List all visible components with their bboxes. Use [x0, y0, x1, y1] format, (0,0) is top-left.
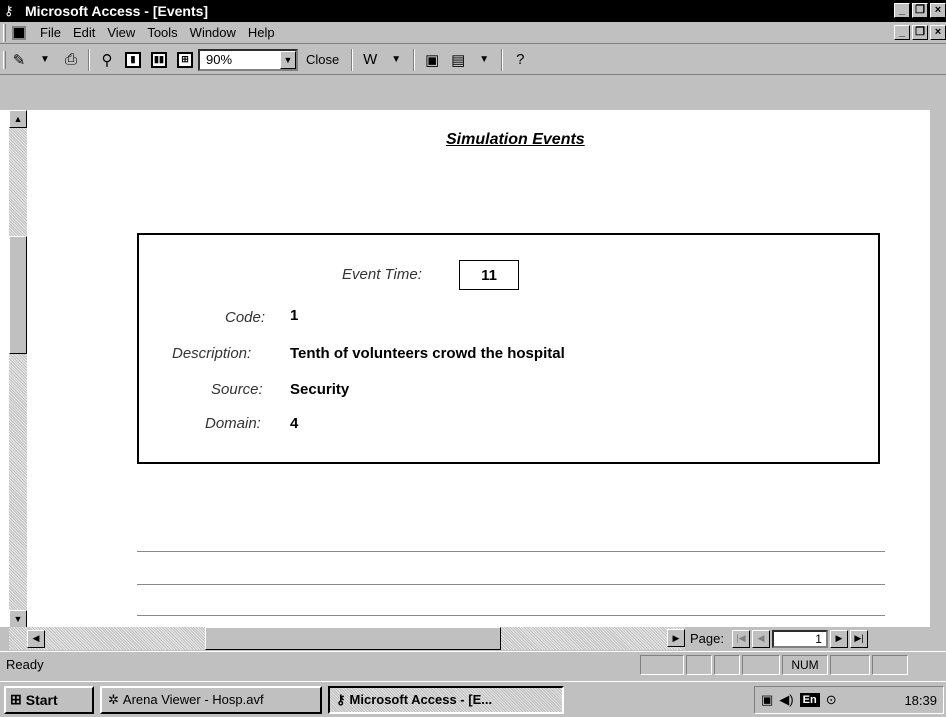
document-window-controls: _ ❐ × — [894, 25, 946, 40]
menu-help[interactable]: Help — [242, 25, 281, 40]
status-pane — [830, 654, 870, 675]
toolbar-separator — [88, 48, 90, 71]
print-icon[interactable]: ⎙ — [60, 49, 82, 71]
language-indicator[interactable]: En — [799, 693, 820, 707]
title-bar: ⚷ Microsoft Access - [Events] _ ❐ × — [0, 0, 946, 22]
database-window-icon[interactable]: ▣ — [421, 49, 443, 71]
status-pane — [640, 654, 684, 675]
description-label: Description: — [172, 345, 252, 362]
status-pane — [872, 654, 908, 675]
start-label: Start — [25, 691, 58, 708]
previous-page-icon[interactable]: ◀ — [751, 629, 770, 648]
close-preview-button[interactable]: Close — [300, 49, 345, 71]
num-lock-indicator: NUM — [782, 654, 828, 675]
doc-restore-button[interactable]: ❐ — [912, 25, 928, 40]
source-value: Security — [290, 381, 350, 398]
report-rule — [137, 551, 885, 552]
menu-view[interactable]: View — [101, 25, 141, 40]
key-icon: ⚷ — [4, 3, 14, 18]
minimize-button[interactable]: _ — [894, 3, 910, 18]
multiple-pages-icon[interactable]: ⊞ — [174, 49, 196, 71]
toolbar-separator — [413, 48, 416, 71]
status-bar: Ready NUM — [0, 651, 946, 677]
event-time-value: 11 — [459, 260, 519, 290]
description-value: Tenth of volunteers crowd the hospital — [290, 345, 565, 362]
menu-window[interactable]: Window — [184, 25, 242, 40]
close-window-button[interactable]: × — [930, 3, 946, 18]
window-title: Microsoft Access - [Events] — [25, 3, 209, 19]
system-tray: ▣ ◀) En ⊙ 18:39 — [754, 686, 944, 714]
scroll-right-icon[interactable]: ▶ — [667, 629, 685, 647]
event-record-box: Event Time: 11 Code: 1 Description: Tent… — [137, 233, 880, 464]
office-links-icon[interactable]: W — [359, 49, 381, 71]
status-pane — [714, 654, 740, 675]
start-button[interactable]: ⊞ Start — [4, 685, 94, 714]
chevron-down-icon[interactable]: ▼ — [280, 50, 296, 69]
zoom-icon[interactable]: ⚲ — [96, 49, 118, 71]
arena-icon: ✲ — [108, 691, 119, 707]
doc-minimize-button[interactable]: _ — [894, 25, 910, 40]
print-preview-toolbar: ✎ ▼ ⎙ ⚲ ▮ ▮▮ ⊞ 90% ▼ Close W ▼ ▣ ▤ ▼ ? — [0, 45, 946, 75]
new-object-dropdown-icon[interactable]: ▼ — [473, 49, 495, 71]
help-icon[interactable]: ? — [509, 49, 531, 71]
toolbar-separator — [501, 48, 504, 71]
clock[interactable]: 18:39 — [904, 693, 943, 708]
scroll-up-icon[interactable]: ▲ — [9, 110, 27, 128]
page-label: Page: — [690, 631, 724, 646]
new-object-icon[interactable]: ▤ — [447, 49, 469, 71]
status-pane — [742, 654, 780, 675]
menu-tools[interactable]: Tools — [141, 25, 183, 40]
horizontal-scrollbar[interactable]: ◀ ▶ — [9, 627, 685, 650]
vertical-scrollbar[interactable]: ▲ ▼ — [9, 110, 27, 628]
scroll-down-icon[interactable]: ▼ — [9, 610, 27, 628]
menu-edit[interactable]: Edit — [67, 25, 101, 40]
domain-label: Domain: — [205, 415, 261, 432]
last-page-icon[interactable]: ▶| — [849, 629, 868, 648]
network-icon[interactable]: ▣ — [761, 692, 773, 708]
menu-file[interactable]: File — [34, 25, 67, 40]
speaker-icon[interactable]: ◀) — [779, 692, 793, 708]
key-icon: ⚷ — [336, 691, 346, 707]
page-number-input[interactable]: 1 — [771, 629, 828, 648]
vertical-scroll-thumb[interactable] — [9, 236, 27, 354]
report-rule — [137, 615, 885, 616]
menubar-grip[interactable] — [3, 23, 6, 42]
report-title: Simulation Events — [446, 131, 585, 148]
page-navigation: Page: |◀ ◀ 1 ▶ ▶| — [688, 627, 946, 650]
restore-button[interactable]: ❐ — [912, 3, 928, 18]
scroll-left-icon[interactable]: ◀ — [27, 629, 45, 648]
task-label: Arena Viewer - Hosp.avf — [122, 692, 264, 707]
document-icon[interactable] — [12, 25, 26, 40]
next-page-icon[interactable]: ▶ — [829, 629, 848, 648]
code-value: 1 — [290, 307, 299, 324]
task-microsoft-access[interactable]: ⚷ Microsoft Access - [E... — [328, 685, 564, 714]
windows-logo-icon: ⊞ — [10, 691, 22, 707]
horizontal-scroll-thumb[interactable] — [205, 627, 501, 650]
scheduler-icon[interactable]: ⊙ — [826, 692, 837, 708]
event-time-label: Event Time: — [342, 266, 422, 283]
task-label: Microsoft Access - [E... — [349, 692, 493, 707]
status-pane — [686, 654, 712, 675]
toolbar-grip[interactable] — [3, 50, 6, 69]
first-page-icon[interactable]: |◀ — [731, 629, 750, 648]
report-rule — [137, 584, 885, 585]
menu-bar: File Edit View Tools Window Help _ ❐ × — [0, 22, 946, 44]
zoom-select[interactable]: 90% ▼ — [198, 48, 298, 71]
one-page-icon[interactable]: ▮ — [122, 49, 144, 71]
doc-close-button[interactable]: × — [930, 25, 946, 40]
zoom-value: 90% — [206, 52, 233, 67]
window-controls: _ ❐ × — [894, 3, 946, 18]
source-label: Source: — [211, 381, 263, 398]
status-text: Ready — [6, 657, 44, 672]
office-links-dropdown-icon[interactable]: ▼ — [385, 49, 407, 71]
code-label: Code: — [225, 309, 266, 326]
taskbar: ⊞ Start ✲ Arena Viewer - Hosp.avf ⚷ Micr… — [0, 681, 946, 717]
view-dropdown-icon[interactable]: ▼ — [34, 49, 56, 71]
domain-value: 4 — [290, 415, 299, 432]
two-pages-icon[interactable]: ▮▮ — [148, 49, 170, 71]
view-design-icon[interactable]: ✎ — [8, 49, 30, 71]
toolbar-separator — [351, 48, 354, 71]
task-arena-viewer[interactable]: ✲ Arena Viewer - Hosp.avf — [100, 685, 322, 714]
